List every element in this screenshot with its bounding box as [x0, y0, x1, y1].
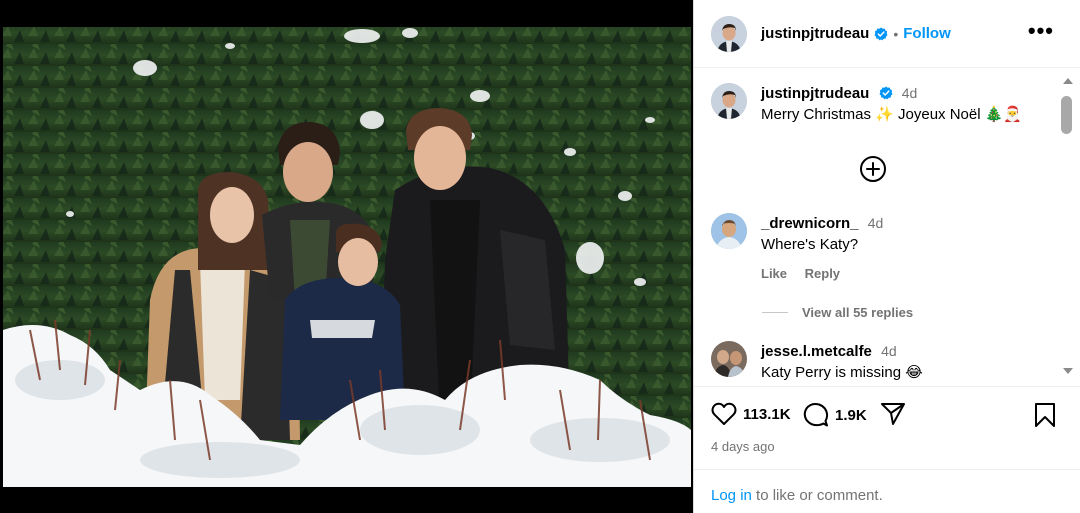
share-button[interactable] — [880, 402, 906, 426]
avatar-image — [711, 341, 747, 377]
comment-like-button[interactable]: Like — [761, 266, 787, 281]
heart-icon — [711, 402, 737, 426]
view-replies-button[interactable]: View all 55 replies — [762, 305, 913, 320]
like-count: 113.1K — [743, 405, 791, 423]
follow-button[interactable]: Follow — [903, 25, 951, 42]
comment-item: _drewnicorn_ 4d Where's Katy? Like Reply — [711, 213, 883, 284]
post-author-username[interactable]: justinpjtrudeau — [761, 25, 869, 42]
scroll-up-arrow-icon[interactable] — [1063, 78, 1073, 84]
avatar[interactable] — [711, 15, 747, 52]
verified-icon — [874, 27, 888, 41]
comment-time[interactable]: 4d — [881, 343, 897, 359]
post-side-panel: justinpjtrudeau • Follow ••• justinpjtru… — [693, 0, 1080, 513]
replies-divider — [762, 312, 788, 313]
post-actions: 113.1K 1.9K 4 days ago — [694, 386, 1080, 468]
avatar-image — [711, 83, 747, 119]
more-options-icon[interactable]: ••• — [1028, 20, 1054, 42]
comment-reply-button[interactable]: Reply — [805, 266, 840, 281]
caption-time[interactable]: 4d — [902, 85, 918, 101]
scrollbar-thumb[interactable] — [1061, 96, 1072, 134]
view-replies-label: View all 55 replies — [802, 305, 914, 320]
comment-button[interactable]: 1.9K — [803, 402, 867, 428]
avatar[interactable] — [711, 213, 747, 249]
comment-text: Katy Perry is missing 😂 — [761, 364, 923, 381]
avatar[interactable] — [711, 83, 747, 119]
avatar-image — [711, 15, 747, 52]
avatar-image — [711, 213, 747, 249]
caption-username[interactable]: justinpjtrudeau — [761, 85, 869, 102]
comment-count: 1.9K — [835, 406, 867, 424]
scroll-down-arrow-icon[interactable] — [1063, 368, 1073, 374]
post-header: justinpjtrudeau • Follow ••• — [694, 0, 1080, 68]
post-time[interactable]: 4 days ago — [711, 439, 775, 454]
login-prompt-text: to like or comment. — [751, 487, 883, 504]
comment-bubble-icon — [803, 402, 829, 428]
verified-icon — [879, 85, 893, 100]
caption-text: Merry Christmas ✨ Joyeux Noël 🎄🎅 — [761, 106, 1023, 123]
comment-username[interactable]: _drewnicorn_ — [761, 215, 859, 232]
paper-plane-icon — [880, 402, 906, 426]
family-christmas-photo — [0, 0, 693, 513]
login-prompt: Log in to like or comment. — [694, 469, 1080, 513]
bookmark-icon — [1034, 402, 1056, 428]
caption: justinpjtrudeau 4d Merry Christmas ✨ Joy… — [711, 83, 1022, 125]
comment-time[interactable]: 4d — [868, 215, 884, 231]
comments-section[interactable]: justinpjtrudeau 4d Merry Christmas ✨ Joy… — [694, 69, 1080, 386]
comment-username[interactable]: jesse.l.metcalfe — [761, 343, 872, 360]
comment-text: Where's Katy? — [761, 236, 859, 253]
login-link[interactable]: Log in — [711, 487, 752, 504]
like-button[interactable]: 113.1K — [711, 402, 791, 426]
comment-item: jesse.l.metcalfe 4d Katy Perry is missin… — [711, 341, 923, 383]
add-circle-icon[interactable] — [859, 155, 887, 183]
avatar[interactable] — [711, 341, 747, 377]
post-media[interactable] — [0, 0, 693, 513]
separator-dot: • — [893, 25, 899, 42]
save-button[interactable] — [1034, 402, 1056, 428]
